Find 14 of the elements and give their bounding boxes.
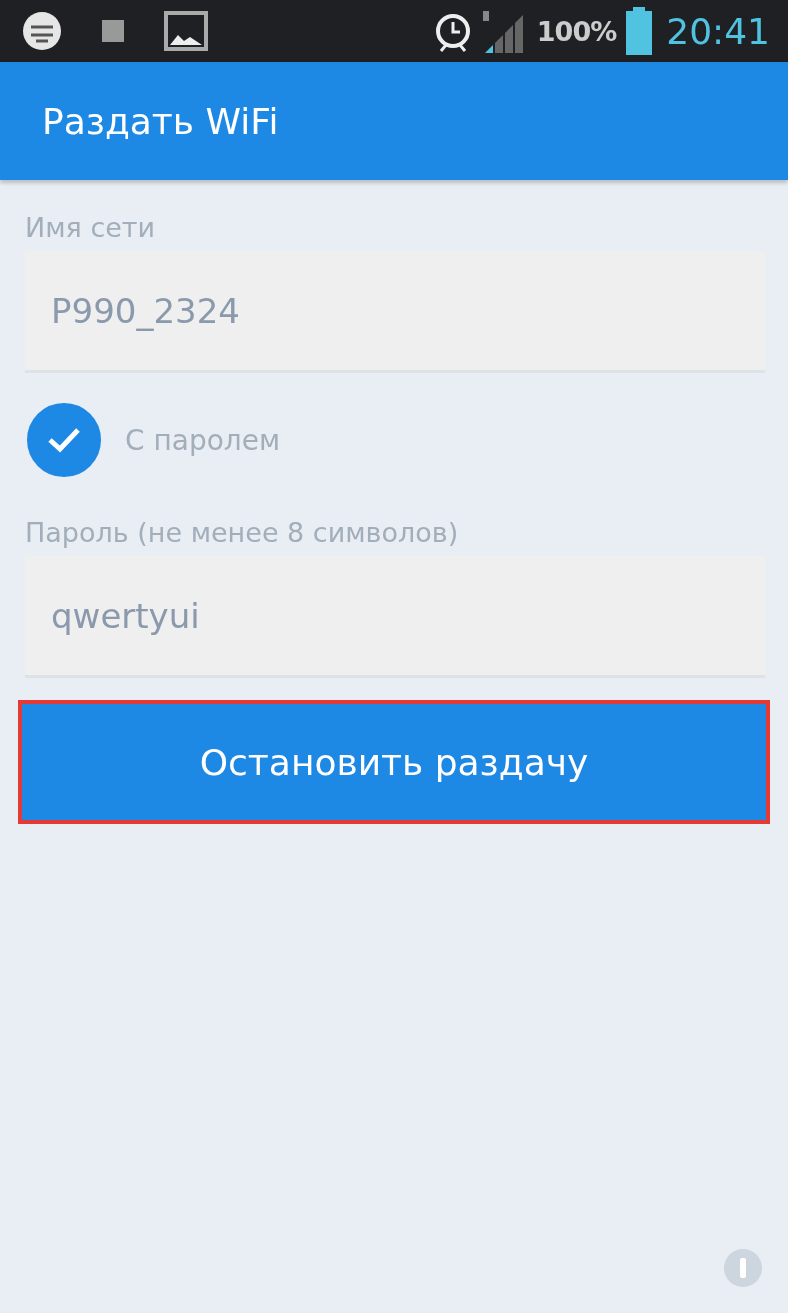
checkbox-label: С паролем: [125, 423, 281, 457]
image-icon: [164, 11, 208, 51]
app-icon: [22, 11, 62, 51]
battery-percent: 100%: [536, 15, 617, 47]
checkmark-icon: [47, 427, 81, 453]
password-field[interactable]: qwertyui: [25, 556, 765, 678]
battery-icon: [624, 7, 655, 55]
stop-sharing-button[interactable]: Остановить раздачу: [18, 700, 770, 824]
app-bar-title: Раздать WiFi: [42, 100, 279, 142]
field-label: Пароль (не менее 8 символов): [25, 517, 460, 548]
square-icon: [102, 20, 124, 42]
clock-time: 20:41: [666, 10, 770, 52]
field-label: Имя сети: [25, 212, 157, 243]
network-name-field[interactable]: P990_2324: [25, 251, 765, 373]
